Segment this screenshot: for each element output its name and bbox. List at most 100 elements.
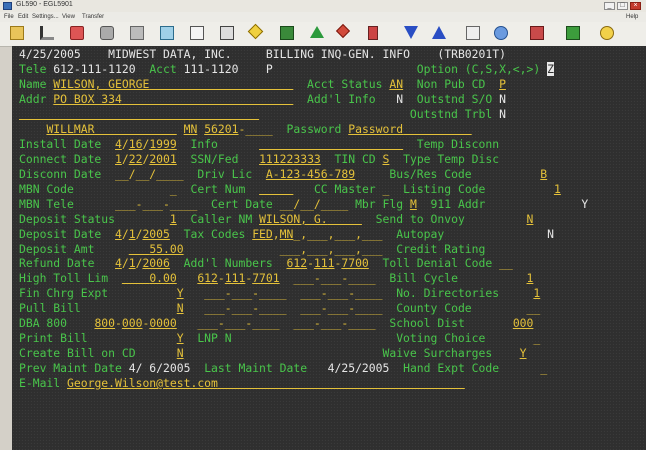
menu-transfer[interactable]: Transfer (82, 14, 104, 20)
school-field[interactable]: 000 (513, 316, 534, 330)
school-label: School Dist (389, 316, 465, 330)
mbrflg-field[interactable]: M (410, 197, 417, 211)
send-onvoy-field[interactable]: N (527, 212, 534, 226)
create-bill-field[interactable]: N (177, 346, 184, 360)
connect-year[interactable]: 2001 (149, 152, 176, 166)
taxcodes-label: Tax Codes (183, 227, 246, 241)
connect-day[interactable]: 22 (129, 152, 143, 166)
type-temp-label: Type Temp Disc (403, 152, 500, 166)
addr2-field[interactable] (19, 107, 259, 121)
certdate-field[interactable]: __/__/____ (280, 197, 349, 211)
listing-field[interactable]: 1 (554, 182, 561, 196)
city-field[interactable]: WILLMAR (46, 122, 94, 136)
menu-file[interactable]: File (4, 14, 14, 20)
refund-month[interactable]: 4 (115, 256, 122, 270)
caller-field[interactable]: WILSON, G. (259, 212, 328, 226)
no-dir-field[interactable]: 1 (533, 286, 540, 300)
bill-cycle-field[interactable]: 1 (527, 271, 534, 285)
print-icon[interactable] (100, 26, 114, 40)
tax-code-1[interactable]: FED (252, 227, 273, 241)
zip-field[interactable]: 56201 (204, 122, 238, 136)
busres-field[interactable]: B (540, 167, 547, 181)
properties-icon[interactable] (466, 26, 480, 40)
dba-area[interactable]: 800 (94, 316, 115, 330)
close-button[interactable]: × (630, 2, 641, 10)
fin-chrg-field[interactable]: Y (177, 286, 184, 300)
high-toll-field[interactable]: 0.00 (122, 271, 176, 285)
ssn-field[interactable]: 111223333 (259, 152, 321, 166)
link-icon[interactable] (494, 26, 508, 40)
state-field[interactable]: MN (184, 122, 198, 136)
info-field[interactable] (259, 137, 403, 151)
menu-settings[interactable]: Settings... (32, 14, 59, 20)
macro-icon[interactable] (247, 23, 264, 40)
deposit-year[interactable]: 2005 (142, 227, 169, 241)
addl1-prefix[interactable]: 111 (314, 256, 335, 270)
drivlic-field[interactable]: A-123-456-789 (266, 167, 355, 181)
addl2-prefix[interactable]: 111 (225, 271, 246, 285)
screen-title: BILLING INQ-GEN. INFO (265, 47, 410, 61)
last-maint-value: 4/25/2005 (327, 361, 390, 375)
terminal-screen[interactable]: 4/25/2005 MIDWEST DATA, INC. BILLING INQ… (12, 46, 646, 450)
page-icon[interactable] (220, 26, 234, 40)
certdate-label: Cert Date (211, 197, 273, 211)
email-label: E-Mail (19, 376, 61, 390)
high-toll-line: High Toll Lim 0.00 612-111-7701 ___-___-… (19, 271, 534, 285)
deposit-amt-field[interactable]: 55.00 (129, 242, 183, 256)
down-arrow-icon[interactable] (404, 26, 418, 39)
install-day[interactable]: 16 (129, 137, 143, 151)
addl2-area[interactable]: 612 (197, 271, 218, 285)
pen-icon[interactable] (566, 26, 580, 40)
print-bill-field[interactable]: Y (177, 331, 184, 345)
tax-code-2[interactable]: MN (280, 227, 294, 241)
name-field[interactable]: WILSON, GEORGE (53, 77, 149, 91)
maximize-button[interactable]: □ (617, 2, 628, 10)
option-field[interactable]: Z (547, 62, 554, 76)
dba-line[interactable]: 0000 (149, 316, 176, 330)
nonpub-field[interactable]: P (499, 77, 506, 91)
help-icon[interactable] (600, 26, 614, 40)
keyboard-icon[interactable] (368, 26, 378, 40)
red-arrow-icon[interactable] (335, 23, 351, 39)
mbn-tele-line: MBN Tele ___-___-____ Cert Date __/__/__… (19, 197, 588, 212)
green-arrow-icon[interactable] (310, 26, 324, 38)
addl1-area[interactable]: 612 (286, 256, 307, 270)
menu-help[interactable]: Help (626, 14, 638, 20)
play-icon[interactable] (280, 26, 294, 40)
send-icon[interactable] (130, 26, 144, 40)
install-month[interactable]: 4 (115, 137, 122, 151)
minimize-button[interactable]: _ (604, 2, 615, 10)
pull-bill-field[interactable]: N (177, 301, 184, 315)
waive-field[interactable]: Y (520, 346, 527, 360)
menu-edit[interactable]: Edit (18, 14, 28, 20)
disconn-date-field[interactable]: __/__/____ (115, 167, 184, 181)
copy-icon[interactable] (70, 26, 84, 40)
addl1-line[interactable]: 7700 (341, 256, 368, 270)
record-icon[interactable] (530, 26, 544, 40)
deposit-month[interactable]: 4 (115, 227, 122, 241)
password-field[interactable]: Password (348, 122, 403, 136)
deposit-status-field[interactable]: 1 (170, 212, 177, 226)
addr-field[interactable]: PO BOX 334 (53, 92, 122, 106)
dba-prefix[interactable]: 000 (122, 316, 143, 330)
refund-day[interactable]: 1 (129, 256, 136, 270)
save-icon[interactable] (10, 26, 24, 40)
document-icon[interactable] (190, 26, 204, 40)
addl2-line[interactable]: 7701 (252, 271, 279, 285)
install-year[interactable]: 1999 (149, 137, 176, 151)
email-field[interactable]: George.Wilson@test.com (67, 376, 218, 390)
zip-ext-field[interactable]: ____ (245, 122, 272, 136)
up-arrow-icon[interactable] (432, 26, 446, 39)
deposit-day[interactable]: 1 (129, 227, 136, 241)
certnum-field[interactable] (259, 182, 293, 196)
mbn-tele-field[interactable]: ___-___-____ (115, 197, 197, 211)
tin-field[interactable]: S (383, 152, 390, 166)
cut-icon[interactable] (40, 26, 54, 40)
connect-month[interactable]: 1 (115, 152, 122, 166)
refund-year[interactable]: 2006 (142, 256, 169, 270)
receive-icon[interactable] (160, 26, 174, 40)
acct-status-field[interactable]: AN (389, 77, 403, 91)
screen-date: 4/25/2005 (19, 47, 81, 61)
menu-view[interactable]: View (62, 14, 75, 20)
autopay-label: Autopay (396, 227, 445, 241)
